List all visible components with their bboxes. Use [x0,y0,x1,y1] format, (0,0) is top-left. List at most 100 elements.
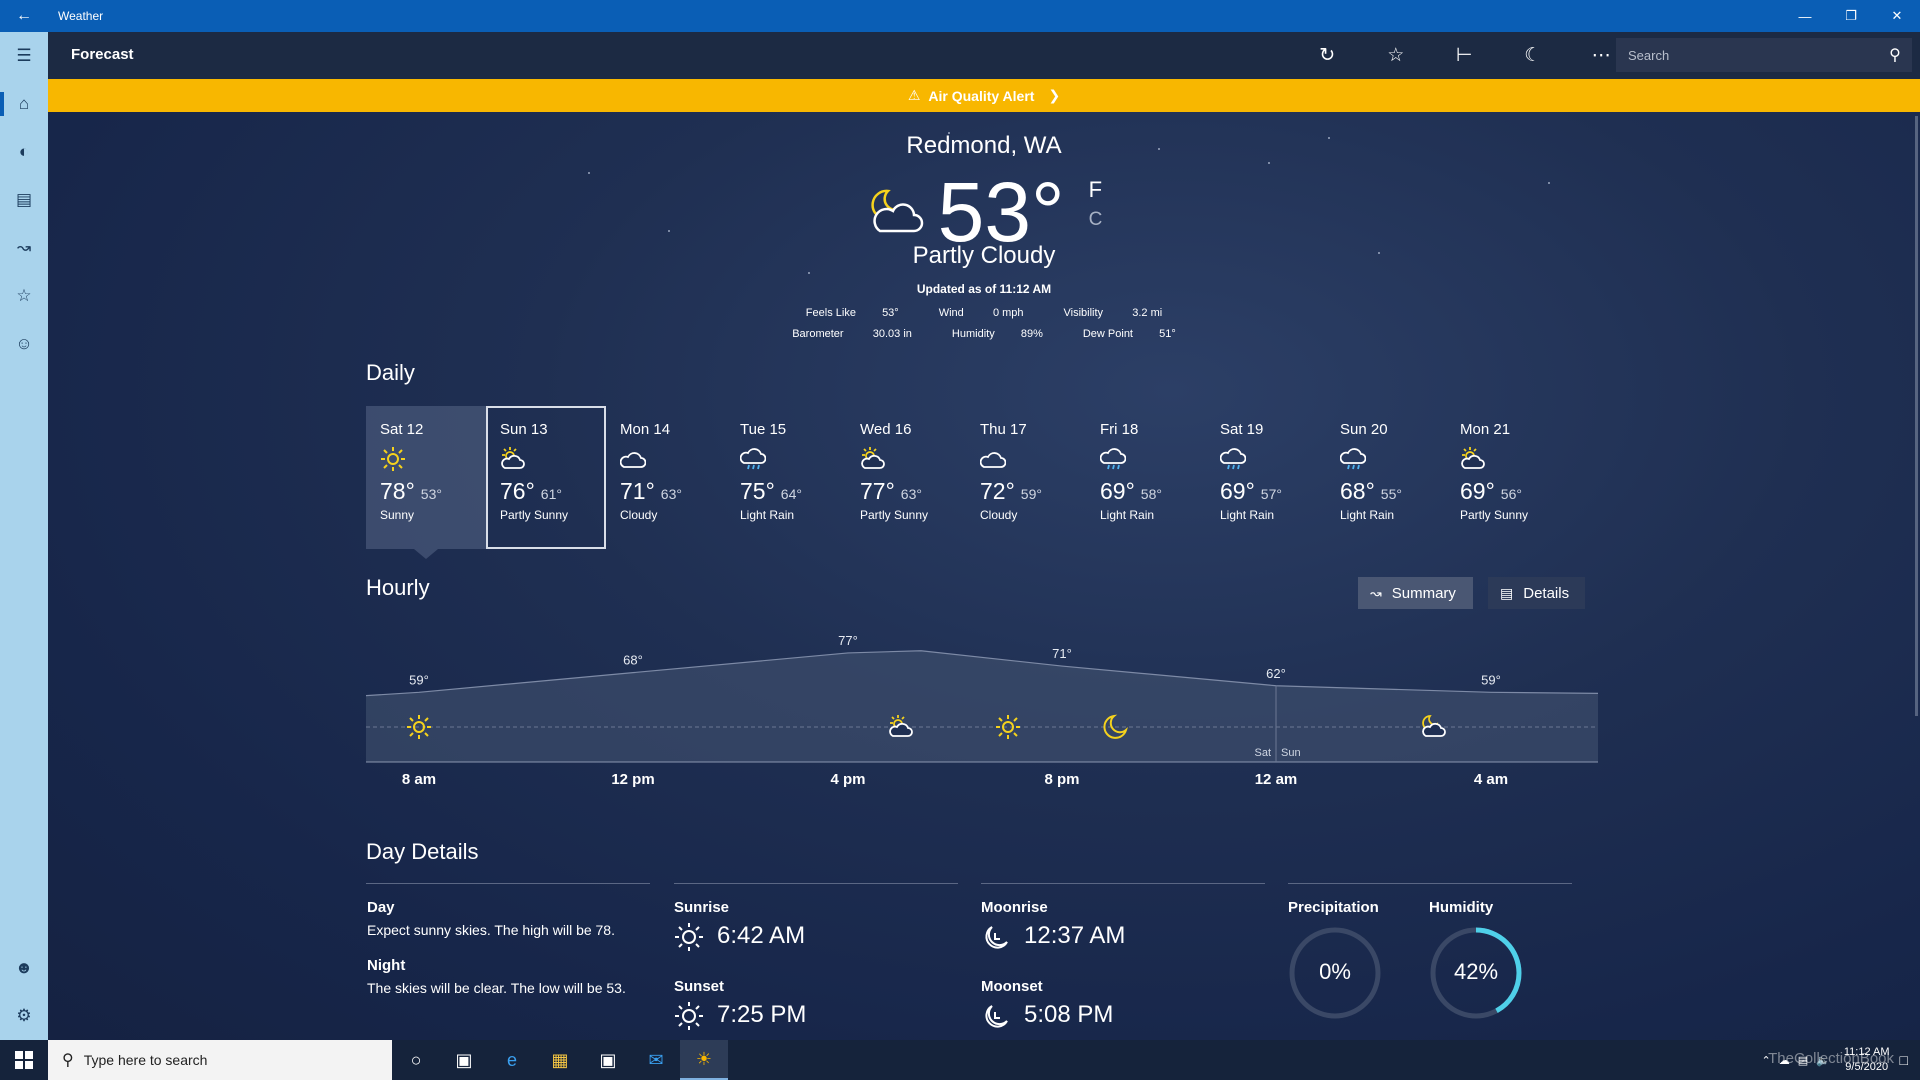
store-icon[interactable]: ▣ [584,1040,632,1080]
dark-mode-moon-icon[interactable]: ☾ [1499,32,1568,79]
divider [981,883,1265,884]
sunrise-label: Sunrise [674,899,730,916]
humidity-value: 89% [1020,328,1043,340]
windows-start-icon[interactable] [0,1040,48,1080]
hourly-title: Hourly [366,575,430,600]
details-button[interactable]: ▤ Details [1488,577,1585,609]
temperature-area [366,650,1598,762]
daily-forecast-item[interactable]: Thu 17 72° 59° Cloudy [966,406,1086,549]
search-icon[interactable]: ⚲ [1878,45,1912,65]
details-button-label: Details [1523,584,1570,602]
left-nav: ☰ ⌂ ◐ ▤ ↝ ☆ ☺ ☻ ⚙ [0,32,48,1040]
daily-forecast-item[interactable]: Sun 20 68° 55° Light Rain [1326,406,1446,549]
weather-app-icon[interactable]: ☀ [680,1040,728,1080]
favorites-icon[interactable]: ☆ [0,272,48,320]
back-arrow-icon[interactable]: ← [0,0,48,32]
daily-forecast-list: Sat 12 78° 53° Sunny Sun 13 76° 61° Partly Sunn… [366,406,1566,559]
cloud-icon [979,446,1086,472]
title-bar: ← Weather — ❐ ✕ [0,0,1920,32]
daily-forecast-item[interactable]: Sat 12 78° 53° Sunny [366,406,486,559]
search-box[interactable]: Search ⚲ [1616,38,1912,72]
hamburger-menu-icon[interactable]: ☰ [0,32,48,80]
refresh-icon[interactable]: ↻ [1293,32,1362,79]
pin-icon[interactable]: ⊢ [1430,32,1499,79]
notification-icon[interactable]: □ [1900,1052,1908,1068]
night-label: Night [367,957,406,974]
home-icon[interactable]: ⌂ [0,80,48,128]
restore-icon[interactable]: ❐ [1828,0,1874,32]
humidity-label: Humidity [951,328,995,340]
minimize-icon[interactable]: — [1782,0,1828,32]
night-text: The skies will be clear. The low will be… [367,980,626,996]
day-condition: Partly Sunny [500,508,569,522]
search-input[interactable]: Search [1628,48,1878,63]
search-icon: ⚲ [62,1052,74,1069]
file-explorer-icon[interactable]: ▦ [536,1040,584,1080]
day-details-title: Day Details [366,839,479,864]
taskbar-search[interactable]: ⚲ Type here to search [48,1040,392,1080]
window-controls: — ❐ ✕ [1782,0,1920,32]
moonset-value: 5:08 PM [1024,1001,1114,1028]
rain-icon [1099,446,1206,472]
updated-time: Updated as of 11:12 AM [916,282,1052,296]
day-name: Sat 19 [1220,421,1264,438]
low-temp: 63° [900,486,922,502]
historical-chart-icon[interactable]: ↝ [0,224,48,272]
settings-gear-icon[interactable]: ⚙ [0,992,48,1040]
hourly-time-label: 4 am [1474,771,1508,788]
moonrise-icon [985,926,1008,949]
hourly-temp-label: 59° [409,672,429,687]
visibility-value: 3.2 mi [1132,307,1163,319]
sunrise-value: 6:42 AM [717,922,806,949]
hourly-time-label: 12 pm [611,771,654,788]
news-icon[interactable]: ▤ [0,176,48,224]
watermark-text: TheCollectionBook [1768,1050,1894,1067]
high-temp: 75° [740,478,775,504]
unit-celsius[interactable]: C [1089,205,1103,235]
day-condition: Partly Sunny [1460,508,1529,522]
day-text: Expect sunny skies. The high will be 78. [367,922,615,938]
day-condition: Light Rain [1340,508,1395,522]
daily-forecast-item[interactable]: Fri 18 69° 58° Light Rain [1086,406,1206,549]
hourly-temp-label: 68° [623,653,643,668]
daily-forecast-item[interactable]: Mon 21 69° 56° Partly Sunny [1446,406,1566,549]
edge-browser-icon[interactable]: e [488,1040,536,1080]
cortana-icon[interactable]: ○ [392,1040,440,1080]
high-temp: 76° [500,478,535,504]
unit-fahrenheit[interactable]: F [1089,175,1103,205]
rain-icon [1219,446,1326,472]
partly-sunny-icon [1460,446,1566,472]
daily-forecast-item[interactable]: Wed 16 77° 63° Partly Sunny [846,406,966,549]
divider [1288,883,1572,884]
partly-cloudy-night-icon [866,187,924,242]
day-name: Mon 14 [620,421,671,438]
sunrise-icon [675,923,703,951]
daily-title: Daily [366,360,415,385]
task-view-icon[interactable]: ▣ [440,1040,488,1080]
day-condition: Cloudy [980,508,1018,522]
close-icon[interactable]: ✕ [1874,0,1920,32]
air-quality-alert-banner[interactable]: ⚠ Air Quality Alert ❯ [48,79,1920,112]
account-icon[interactable]: ☻ [0,944,48,992]
radar-icon[interactable]: ◐ [0,128,48,176]
low-temp: 56° [1500,486,1522,502]
summary-button[interactable]: ↝ Summary [1358,577,1473,609]
day-condition: Cloudy [620,508,658,522]
daily-forecast-item[interactable]: Sun 13 76° 61° Partly Sunny [486,406,606,549]
day-condition: Light Rain [1220,508,1275,522]
document-icon: ▤ [1500,584,1514,601]
high-temp: 77° [860,478,895,504]
command-bar: Forecast ↻ ☆ ⊢ ☾ ⋯ Search ⚲ [48,32,1920,79]
selection-pointer [414,549,438,559]
feedback-smiley-icon[interactable]: ☺ [0,320,48,368]
favorite-star-icon[interactable]: ☆ [1362,32,1431,79]
chevron-right-icon: ❯ [1048,87,1061,103]
mail-icon[interactable]: ✉ [632,1040,680,1080]
daily-forecast-item[interactable]: Sat 19 69° 57° Light Rain [1206,406,1326,549]
humidity-detail-label: Humidity [1429,899,1494,916]
hourly-chart[interactable]: 59° 68° 77° 71° 62° 59° 8 am 12 pm 4 pm 8 pm 12 am… [366,632,1598,788]
daily-forecast-item[interactable]: Mon 14 71° 63° Cloudy [606,406,726,549]
daily-forecast-item[interactable]: Tue 15 75° 64° Light Rain [726,406,846,549]
precipitation-value: 0% [1319,959,1351,984]
sunset-label: Sunset [674,978,725,995]
